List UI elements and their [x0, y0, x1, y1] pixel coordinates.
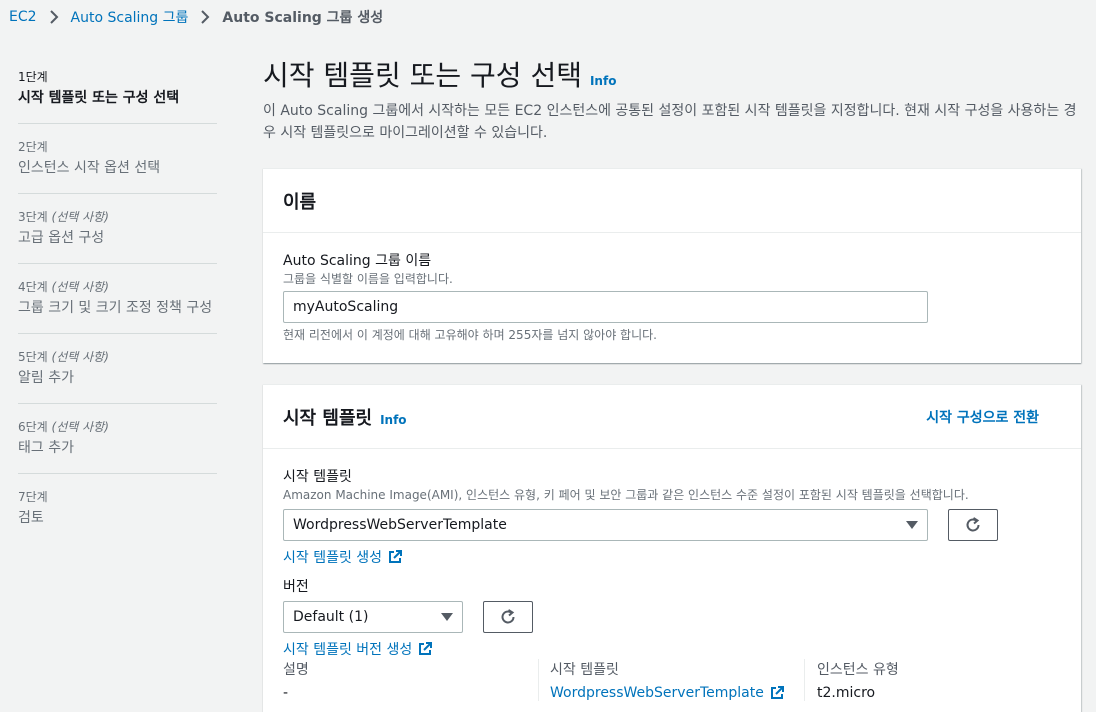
step-number: 7단계: [18, 490, 48, 504]
template-label: 시작 템플릿: [283, 469, 352, 485]
step-number: 3단계: [18, 210, 48, 224]
step-optional: (선택 사항): [51, 280, 109, 294]
name-panel-header: 이름: [263, 169, 1081, 233]
external-link-icon: [770, 686, 784, 699]
refresh-versions-button[interactable]: [483, 601, 533, 633]
page-description: 이 Auto Scaling 그룹에서 시작하는 모든 EC2 인스턴스에 공통…: [263, 103, 1077, 141]
main-content: 시작 템플릿 또는 구성 선택 Info 이 Auto Scaling 그룹에서…: [263, 56, 1083, 712]
detail-label: 시작 템플릿: [550, 662, 619, 678]
wizard-steps: 1단계 시작 템플릿 또는 구성 선택 2단계 인스턴스 시작 옵션 선택 3단…: [18, 66, 217, 555]
step-4[interactable]: 4단계 (선택 사항) 그룹 크기 및 크기 조정 정책 구성: [18, 276, 217, 334]
step-3[interactable]: 3단계 (선택 사항) 고급 옵션 구성: [18, 206, 217, 264]
external-link-icon: [419, 642, 433, 655]
refresh-icon: [501, 609, 515, 624]
step-2[interactable]: 2단계 인스턴스 시작 옵션 선택: [18, 136, 217, 194]
info-link[interactable]: Info: [590, 74, 616, 88]
step-1[interactable]: 1단계 시작 템플릿 또는 구성 선택: [18, 66, 217, 124]
version-select-value: Default (1): [293, 609, 369, 625]
caret-down-icon: [441, 613, 453, 621]
step-number: 2단계: [18, 140, 48, 154]
step-number: 6단계: [18, 420, 48, 434]
step-number: 4단계: [18, 280, 48, 294]
template-details: 설명 - 시작 템플릿 WordpressWebServerTemplate 인…: [263, 659, 1081, 701]
step-6[interactable]: 6단계 (선택 사항) 태그 추가: [18, 416, 217, 474]
step-title: 알림 추가: [18, 370, 74, 386]
step-optional: (선택 사항): [51, 350, 109, 364]
external-link-icon: [389, 550, 403, 563]
template-select[interactable]: WordpressWebServerTemplate: [283, 509, 928, 541]
name-panel: 이름 Auto Scaling 그룹 이름 그룹을 식별할 이름을 입력합니다.…: [263, 168, 1081, 363]
panel-heading: 시작 템플릿: [283, 407, 373, 429]
refresh-icon: [966, 517, 980, 532]
step-title: 고급 옵션 구성: [18, 230, 105, 246]
page-header: 시작 템플릿 또는 구성 선택 Info: [263, 56, 1083, 96]
step-title: 검토: [18, 510, 44, 526]
detail-value: t2.micro: [817, 685, 876, 701]
template-desc: Amazon Machine Image(AMI), 인스턴스 유형, 키 페어…: [283, 488, 969, 502]
asg-name-desc: 그룹을 식별할 이름을 입력합니다.: [283, 272, 453, 286]
create-template-link-label: 시작 템플릿 생성: [283, 550, 383, 566]
step-number: 5단계: [18, 350, 48, 364]
detail-template-link[interactable]: WordpressWebServerTemplate: [550, 685, 784, 701]
step-optional: (선택 사항): [51, 420, 109, 434]
detail-label: 설명: [283, 662, 309, 678]
step-title: 시작 템플릿 또는 구성 선택: [18, 90, 180, 106]
detail-value: -: [283, 685, 289, 701]
detail-template-value: WordpressWebServerTemplate: [550, 685, 764, 701]
create-template-link[interactable]: 시작 템플릿 생성: [283, 547, 403, 567]
step-optional: (선택 사항): [51, 210, 109, 224]
launch-template-panel: 시작 템플릿 Info 시작 구성으로 전환 시작 템플릿 Amazon Mac…: [263, 384, 1081, 712]
asg-name-input[interactable]: myAutoScaling: [283, 291, 928, 323]
version-label: 버전: [283, 579, 309, 595]
template-select-value: WordpressWebServerTemplate: [293, 517, 507, 533]
template-panel-header: 시작 템플릿 Info 시작 구성으로 전환: [263, 385, 1081, 449]
refresh-templates-button[interactable]: [948, 509, 998, 541]
create-version-link[interactable]: 시작 템플릿 버전 생성: [283, 639, 433, 659]
breadcrumb-asg[interactable]: Auto Scaling 그룹: [71, 7, 189, 27]
version-select[interactable]: Default (1): [283, 601, 463, 633]
step-7[interactable]: 7단계 검토: [18, 486, 217, 543]
breadcrumb-ec2[interactable]: EC2: [9, 9, 37, 25]
asg-name-hint: 현재 리전에서 이 계정에 대해 고유해야 하며 255자를 넘지 않아야 합니…: [283, 328, 657, 342]
info-link[interactable]: Info: [380, 413, 406, 427]
create-version-link-label: 시작 템플릿 버전 생성: [283, 642, 413, 658]
step-number: 1단계: [18, 70, 48, 84]
chevron-right-icon: [200, 10, 210, 24]
name-panel-body: Auto Scaling 그룹 이름 그룹을 식별할 이름을 입력합니다. my…: [263, 233, 1081, 361]
detail-description: 설명 -: [263, 659, 538, 701]
asg-name-label: Auto Scaling 그룹 이름: [283, 253, 432, 269]
step-title: 그룹 크기 및 크기 조정 정책 구성: [18, 300, 213, 316]
detail-template: 시작 템플릿 WordpressWebServerTemplate: [538, 659, 804, 701]
template-panel-body: 시작 템플릿 Amazon Machine Image(AMI), 인스턴스 유…: [263, 449, 1081, 677]
breadcrumb: EC2 Auto Scaling 그룹 Auto Scaling 그룹 생성: [9, 6, 383, 28]
step-title: 태그 추가: [18, 440, 74, 456]
detail-instance-type: 인스턴스 유형 t2.micro: [804, 659, 1074, 701]
caret-down-icon: [906, 521, 918, 529]
chevron-right-icon: [49, 10, 59, 24]
step-5[interactable]: 5단계 (선택 사항) 알림 추가: [18, 346, 217, 404]
detail-label: 인스턴스 유형: [817, 662, 899, 678]
switch-to-launch-config-link[interactable]: 시작 구성으로 전환: [926, 407, 1039, 427]
step-title: 인스턴스 시작 옵션 선택: [18, 160, 161, 176]
panel-heading: 이름: [283, 191, 317, 213]
breadcrumb-current: Auto Scaling 그룹 생성: [222, 10, 384, 26]
page-title: 시작 템플릿 또는 구성 선택: [263, 59, 582, 92]
